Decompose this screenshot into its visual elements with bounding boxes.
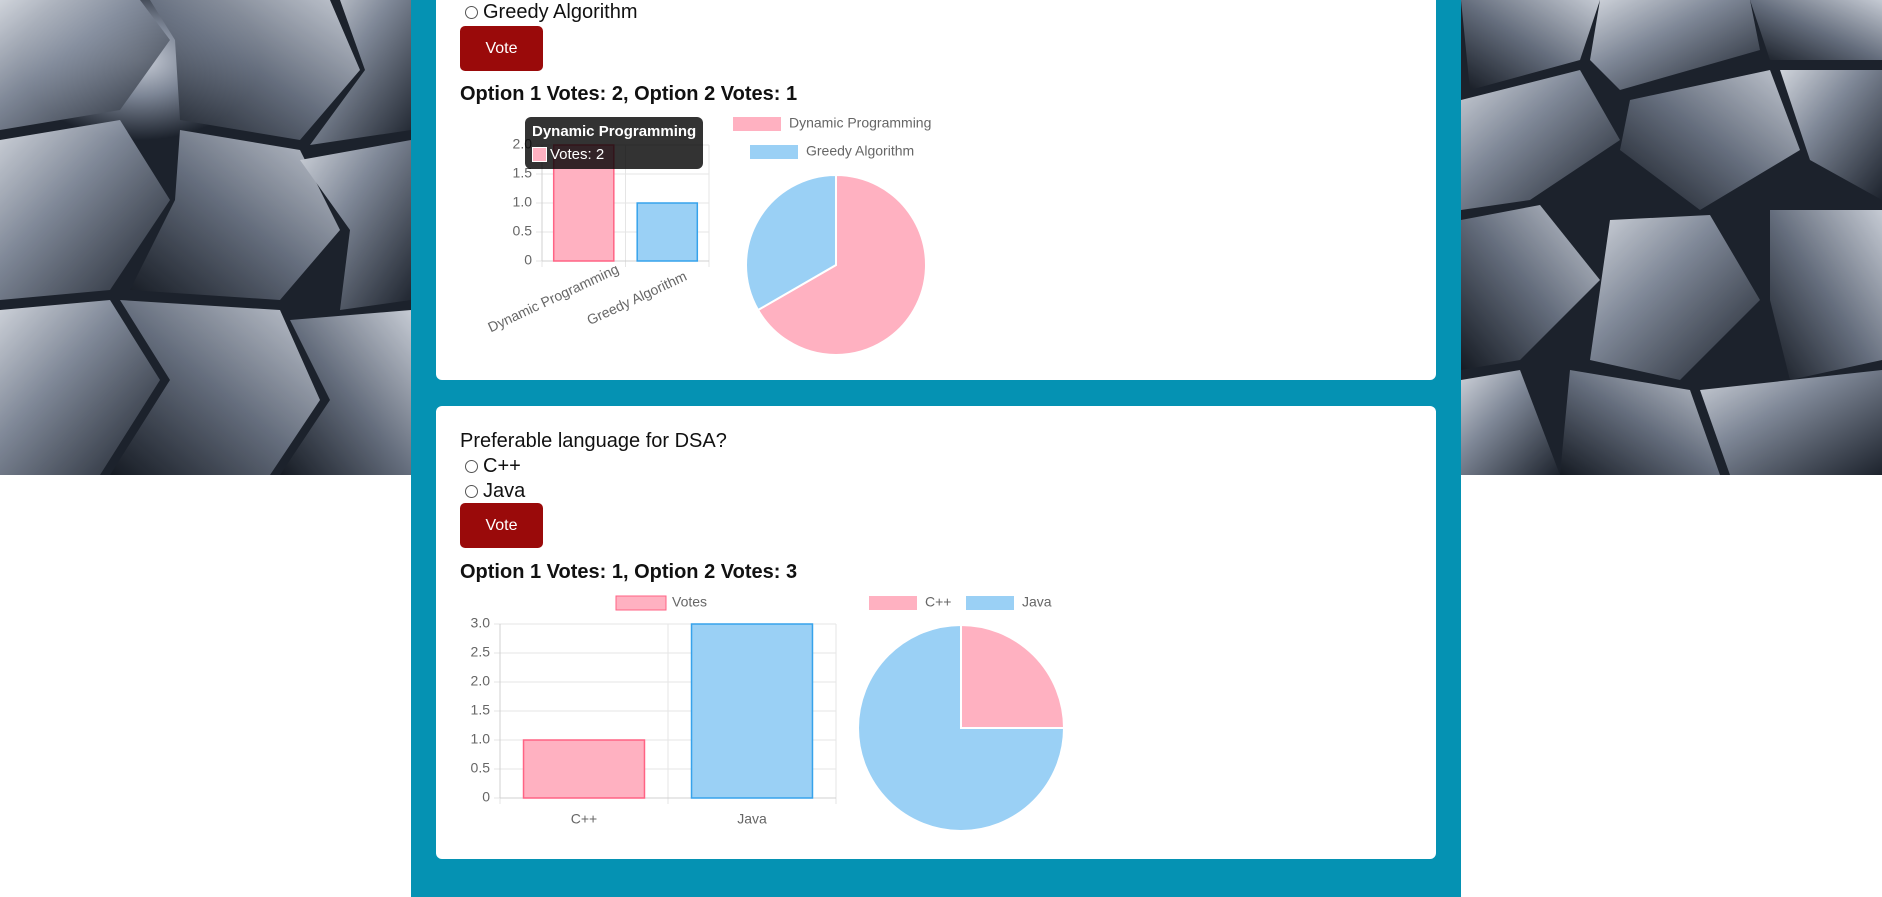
tooltip-swatch — [532, 147, 547, 162]
poll-card-1: Greedy Algorithm Vote Option 1 Votes: 2,… — [436, 0, 1436, 380]
pie-chart-1: Dynamic Programming Greedy Algorithm — [733, 115, 931, 356]
chart-tooltip: Dynamic Programming Votes: 2 — [525, 117, 704, 169]
legend-label: Greedy Algorithm — [806, 143, 914, 159]
poll-card-2: Preferable language for DSA? C++ Java Vo… — [436, 406, 1436, 859]
legend-label: Dynamic Programming — [789, 115, 931, 131]
legend-label: Java — [1022, 594, 1052, 610]
pie-chart-2: C++ Java — [857, 594, 1066, 832]
legend-swatch — [869, 596, 917, 610]
legend-label: C++ — [925, 594, 951, 610]
tooltip-title: Dynamic Programming — [532, 123, 697, 140]
legend-swatch — [733, 117, 781, 131]
tooltip-body: Votes: 2 — [550, 146, 605, 163]
legend-swatch — [750, 145, 798, 159]
pie-slice — [960, 623, 1066, 729]
legend-swatch — [966, 596, 1014, 610]
